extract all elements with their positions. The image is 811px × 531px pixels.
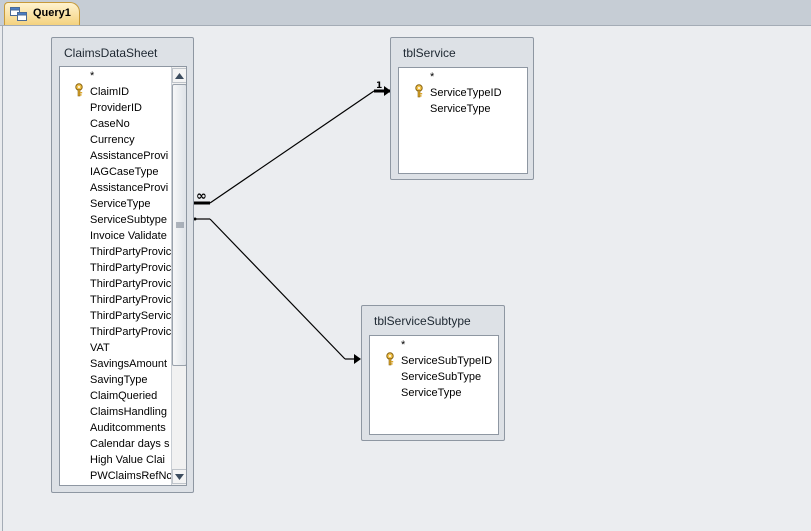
field-item[interactable]: VAT: [90, 340, 110, 356]
field-item[interactable]: ServiceSubType: [401, 369, 481, 385]
field-item[interactable]: *: [401, 337, 405, 353]
primary-key-icon: [74, 83, 86, 97]
field-item[interactable]: High Value Clai: [90, 452, 165, 468]
scroll-up-arrow-icon: [175, 72, 184, 79]
primary-key-icon: [414, 84, 426, 98]
field-item[interactable]: ThirdPartyProvic: [90, 276, 171, 292]
join-one-label: 1: [376, 81, 382, 91]
field-item[interactable]: ServiceTypeID: [430, 85, 502, 101]
field-item[interactable]: ServiceSubTypeID: [401, 353, 492, 369]
field-item[interactable]: SavingsAmount: [90, 356, 167, 372]
field-item[interactable]: ThirdPartyProvic: [90, 244, 171, 260]
field-list[interactable]: * ClaimID ProviderID CaseNo Currency Ass…: [59, 66, 187, 486]
join-line-servicesubtype[interactable]: [193, 217, 362, 365]
field-item[interactable]: ServiceType: [401, 385, 462, 401]
join-many-label: ∞: [196, 189, 207, 204]
join-line-servicetype[interactable]: [194, 86, 391, 205]
field-item[interactable]: Calendar days s: [90, 436, 170, 452]
field-item[interactable]: SavingType: [90, 372, 147, 388]
field-item[interactable]: ClaimID: [90, 84, 129, 100]
field-item[interactable]: AssistanceProvi: [90, 180, 168, 196]
field-item[interactable]: Currency: [90, 132, 135, 148]
field-item[interactable]: Invoice Validate: [90, 228, 167, 244]
field-item[interactable]: ThirdPartyProvic: [90, 260, 171, 276]
field-item[interactable]: *: [430, 69, 434, 85]
scroll-down-button[interactable]: [172, 469, 186, 484]
field-item[interactable]: ServiceType: [430, 101, 491, 117]
field-list[interactable]: * ServiceTypeID ServiceType: [398, 67, 528, 174]
field-item[interactable]: ServiceSubtype: [90, 212, 167, 228]
vertical-scrollbar[interactable]: [171, 67, 186, 485]
field-list[interactable]: * ServiceSubTypeID ServiceSubType Servic…: [369, 335, 499, 435]
table-title: tblService: [403, 46, 456, 60]
field-item[interactable]: ThirdPartyProvic: [90, 292, 171, 308]
field-item[interactable]: ServiceType: [90, 196, 151, 212]
table-tblservicesubtype[interactable]: tblServiceSubtype * ServiceSubTypeID Ser…: [361, 305, 505, 441]
field-item[interactable]: CaseNo: [90, 116, 130, 132]
grip-icon: [175, 222, 184, 228]
field-item[interactable]: ProviderID: [90, 100, 142, 116]
field-item[interactable]: PWClaimsRefNc: [90, 468, 172, 484]
field-item[interactable]: Auditcomments: [90, 420, 166, 436]
field-item[interactable]: ClaimQueried: [90, 388, 157, 404]
field-item[interactable]: ThirdPartyProvic: [90, 324, 171, 340]
scroll-thumb[interactable]: [172, 84, 186, 366]
primary-key-icon: [385, 352, 397, 366]
table-claimsdatasheet[interactable]: ClaimsDataSheet * ClaimID ProviderID Cas…: [51, 37, 194, 493]
field-item[interactable]: ClaimsHandling: [90, 404, 167, 420]
table-title: ClaimsDataSheet: [64, 46, 158, 60]
table-title: tblServiceSubtype: [374, 314, 471, 328]
field-item[interactable]: *: [90, 68, 94, 84]
scroll-up-button[interactable]: [172, 68, 186, 83]
field-item[interactable]: ThirdPartyServic: [90, 308, 171, 324]
field-item[interactable]: AssistanceProvi: [90, 148, 168, 164]
field-item[interactable]: IAGCaseType: [90, 164, 158, 180]
scroll-down-arrow-icon: [175, 473, 184, 480]
table-tblservice[interactable]: tblService * ServiceTypeID ServiceType: [390, 37, 534, 180]
